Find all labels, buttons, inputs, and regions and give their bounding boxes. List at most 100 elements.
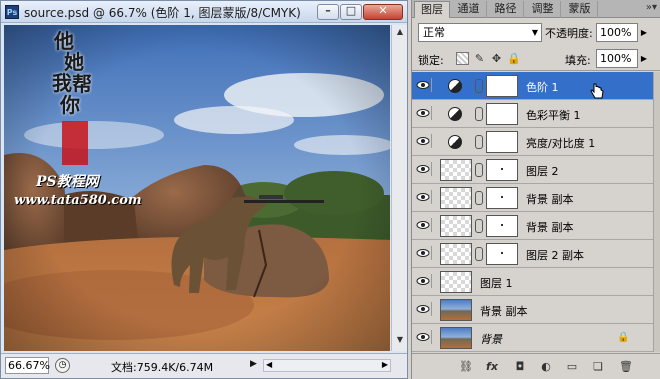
- layer-name: 背景: [480, 333, 502, 346]
- layer-name: 色彩平衡 1: [526, 109, 581, 122]
- status-bar: 66.67% ◷ 文档:759.4K/6.74M ▶ ◀ ▶: [1, 353, 407, 378]
- new-group-icon[interactable]: ▭: [564, 359, 580, 375]
- layer-row[interactable]: 图层 2: [412, 156, 653, 184]
- layer-row[interactable]: 背景 副本: [412, 296, 653, 324]
- document-titlebar[interactable]: Ps source.psd @ 66.7% (色阶 1, 图层蒙版/8/CMYK…: [1, 1, 407, 23]
- layer-mask-thumbnail[interactable]: [486, 159, 518, 181]
- opacity-label: 不透明度:: [545, 27, 593, 40]
- visibility-eye-icon[interactable]: [416, 274, 432, 288]
- layer-row[interactable]: 色阶 1: [412, 72, 653, 100]
- calligraphy-char: 你: [60, 93, 80, 117]
- site-url: www.tata580.com: [14, 193, 142, 208]
- layer-row[interactable]: 背景 副本: [412, 184, 653, 212]
- scroll-left-icon[interactable]: ◀: [266, 360, 272, 369]
- layer-row[interactable]: 图层 2 副本: [412, 240, 653, 268]
- layer-name: 背景 副本: [480, 305, 528, 318]
- tab-paths[interactable]: 路径: [488, 1, 524, 18]
- visibility-eye-icon[interactable]: [416, 302, 432, 316]
- mask-link-icon[interactable]: [475, 135, 483, 149]
- adjustment-layer-icon[interactable]: ◐: [538, 359, 554, 375]
- layers-scrollbar[interactable]: [653, 72, 660, 352]
- vertical-scrollbar[interactable]: ▲ ▼: [391, 25, 407, 351]
- document-size-info[interactable]: 文档:759.4K/6.74M: [111, 359, 213, 375]
- opacity-input[interactable]: 100%: [596, 23, 638, 42]
- layer-thumbnail[interactable]: [440, 243, 472, 265]
- layer-thumbnail[interactable]: [440, 271, 472, 293]
- color-balance-adjustment-icon: [448, 107, 462, 121]
- panel-menu-icon[interactable]: »▾: [646, 2, 657, 13]
- tab-channels[interactable]: 通道: [451, 1, 487, 18]
- layer-row[interactable]: 背景 副本: [412, 212, 653, 240]
- site-name: PS教程网: [36, 174, 99, 190]
- mask-link-icon[interactable]: [475, 191, 483, 205]
- tab-masks[interactable]: 蒙版: [562, 1, 598, 18]
- tab-layers[interactable]: 图层: [414, 1, 450, 18]
- lock-position-icon[interactable]: ✥: [490, 52, 503, 65]
- fx-icon[interactable]: fx: [484, 359, 500, 375]
- fill-input[interactable]: 100%: [596, 49, 638, 68]
- layer-name: 图层 2: [526, 165, 559, 178]
- layer-mask-thumbnail[interactable]: [486, 243, 518, 265]
- layer-row[interactable]: 亮度/对比度 1: [412, 128, 653, 156]
- maximize-button[interactable]: □: [340, 4, 362, 20]
- visibility-eye-icon[interactable]: [416, 218, 432, 232]
- status-menu-arrow-icon[interactable]: ▶: [250, 359, 260, 372]
- minimize-icon: –: [325, 4, 331, 17]
- mask-link-icon[interactable]: [475, 79, 483, 93]
- link-layers-icon[interactable]: ⛓: [458, 359, 474, 375]
- blend-mode-select[interactable]: 正常 ▼: [418, 23, 542, 42]
- layer-mask-thumbnail[interactable]: [486, 187, 518, 209]
- horizontal-scrollbar[interactable]: ◀ ▶: [263, 359, 391, 372]
- visibility-eye-icon[interactable]: [416, 190, 432, 204]
- zoom-level-field[interactable]: 66.67%: [5, 357, 50, 374]
- layer-mask-thumbnail[interactable]: [486, 75, 518, 97]
- layers-list: 色阶 1 色彩平衡 1 亮度/对比度 1 图层 2 背景 副本 背景 副本 图层…: [412, 72, 653, 352]
- document-title: source.psd @ 66.7% (色阶 1, 图层蒙版/8/CMYK): [24, 6, 301, 20]
- scroll-right-icon[interactable]: ▶: [382, 360, 388, 369]
- layer-name: 背景 副本: [526, 193, 574, 206]
- visibility-eye-icon[interactable]: [416, 162, 432, 176]
- mask-link-icon[interactable]: [475, 247, 483, 261]
- layer-row[interactable]: 图层 1: [412, 268, 653, 296]
- layer-thumbnail[interactable]: [440, 159, 472, 181]
- trash-icon[interactable]: 🗑: [618, 359, 634, 375]
- navigator-icon[interactable]: ◷: [55, 358, 70, 373]
- tab-adjustments[interactable]: 调整: [525, 1, 561, 18]
- layer-thumbnail[interactable]: [440, 327, 472, 349]
- scroll-up-icon[interactable]: ▲: [394, 27, 406, 39]
- visibility-eye-icon[interactable]: [416, 246, 432, 260]
- layer-mask-thumbnail[interactable]: [486, 103, 518, 125]
- lock-all-icon[interactable]: 🔒: [507, 52, 521, 65]
- mask-link-icon[interactable]: [475, 107, 483, 121]
- levels-adjustment-icon: [448, 79, 462, 93]
- layers-footer: ⛓ fx ◘ ◐ ▭ ❏ 🗑: [412, 353, 660, 379]
- visibility-eye-icon[interactable]: [416, 106, 432, 120]
- visibility-eye-icon[interactable]: [416, 330, 432, 344]
- close-button[interactable]: ✕: [363, 4, 403, 20]
- opacity-slider-arrow-icon[interactable]: ▶: [639, 23, 649, 42]
- mask-link-icon[interactable]: [475, 219, 483, 233]
- mask-link-icon[interactable]: [475, 163, 483, 177]
- layer-mask-thumbnail[interactable]: [486, 215, 518, 237]
- minimize-button[interactable]: –: [317, 4, 339, 20]
- layer-thumbnail[interactable]: [440, 215, 472, 237]
- hand-cursor-icon: [590, 83, 604, 99]
- layer-row[interactable]: 色彩平衡 1: [412, 100, 653, 128]
- maximize-icon: □: [345, 4, 357, 17]
- layer-thumbnail[interactable]: [440, 299, 472, 321]
- calligraphy-char: 她: [64, 50, 84, 74]
- visibility-eye-icon[interactable]: [416, 134, 432, 148]
- new-layer-icon[interactable]: ❏: [590, 359, 606, 375]
- close-icon: ✕: [378, 4, 388, 17]
- fill-slider-arrow-icon[interactable]: ▶: [639, 49, 649, 68]
- image-canvas[interactable]: 他 她 我 帮 你 PS教程网 www.tata580.com: [4, 25, 390, 351]
- lock-transparency-icon[interactable]: [456, 52, 469, 65]
- layer-mask-thumbnail[interactable]: [486, 131, 518, 153]
- layer-row[interactable]: 背景 🔒: [412, 324, 653, 352]
- layer-thumbnail[interactable]: [440, 187, 472, 209]
- visibility-eye-icon[interactable]: [416, 78, 432, 92]
- add-mask-icon[interactable]: ◘: [512, 359, 528, 375]
- lock-fill-row: 锁定: ✎ ✥ 🔒 填充: 100% ▶: [412, 47, 660, 71]
- scroll-down-icon[interactable]: ▼: [394, 335, 406, 347]
- lock-pixels-icon[interactable]: ✎: [473, 52, 486, 65]
